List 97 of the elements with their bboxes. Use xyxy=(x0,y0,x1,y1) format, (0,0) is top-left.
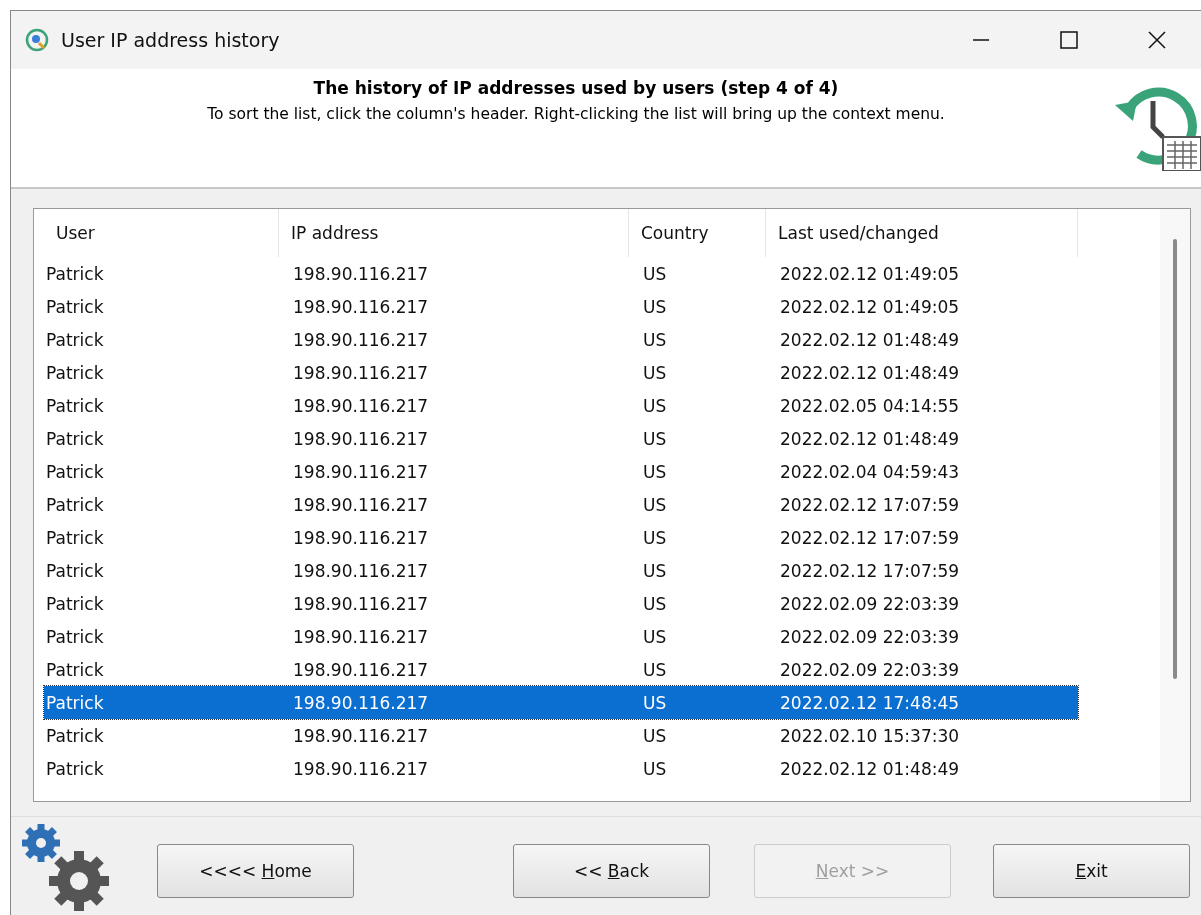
table-cell-text: 198.90.116.217 xyxy=(292,626,430,647)
table-row[interactable]: Patrick 198.90.116.217 US 2022.02.12 17:07:59 xyxy=(44,554,1078,587)
table-cell-text: US xyxy=(642,461,668,482)
minimize-icon[interactable] xyxy=(971,38,991,42)
table-cell-text: Patrick xyxy=(45,560,105,581)
table-row[interactable]: Patrick 198.90.116.217 US 2022.02.12 01:48:49 xyxy=(44,752,1078,785)
table-cell-text: US xyxy=(642,296,668,317)
scrollbar-thumb[interactable] xyxy=(1173,239,1177,679)
table-row[interactable]: Patrick 198.90.116.217 US 2022.02.09 22:03:39 xyxy=(44,653,1078,686)
table-cell-text: 2022.02.12 01:48:49 xyxy=(779,428,961,449)
table-row[interactable]: Patrick 198.90.116.217 US 2022.02.05 04:14:55 xyxy=(44,389,1078,422)
table-cell-text: 2022.02.05 04:14:55 xyxy=(779,395,961,416)
step-title: The history of IP addresses used by users (step 4 of 4) xyxy=(313,78,839,98)
table-cell-text: 2022.02.12 01:48:49 xyxy=(779,329,961,350)
table-row[interactable]: Patrick 198.90.116.217 US 2022.02.12 17:48:45 xyxy=(44,686,1078,719)
table-cell-text: 2022.02.12 17:07:59 xyxy=(779,494,961,515)
table-cell-text: 198.90.116.217 xyxy=(292,395,430,416)
wizard-button[interactable]: <<<< Home xyxy=(157,844,354,898)
window-title: User IP address history xyxy=(61,29,281,51)
table-cell-text: 2022.02.09 22:03:39 xyxy=(779,593,961,614)
table-row[interactable]: Patrick 198.90.116.217 US 2022.02.04 04:59:43 xyxy=(44,455,1078,488)
table-cell-text: 2022.02.09 22:03:39 xyxy=(779,626,961,647)
table-cell-text: 198.90.116.217 xyxy=(292,428,430,449)
table-cell-text: 198.90.116.217 xyxy=(292,263,430,284)
table-row[interactable]: Patrick 198.90.116.217 US 2022.02.09 22:03:39 xyxy=(44,587,1078,620)
scrollbar[interactable] xyxy=(1160,209,1190,801)
table-cell-text: US xyxy=(642,428,668,449)
column-header[interactable]: Last used/changed xyxy=(766,209,1078,257)
table-row[interactable]: Patrick 198.90.116.217 US 2022.02.12 01:49:05 xyxy=(44,290,1078,323)
table-row[interactable]: Patrick 198.90.116.217 US 2022.02.12 01:49:05 xyxy=(44,257,1078,290)
table-cell-text: 2022.02.12 17:07:59 xyxy=(779,527,961,548)
close-icon[interactable] xyxy=(1147,30,1167,50)
table-cell-text: Patrick xyxy=(45,428,105,449)
table-row[interactable]: Patrick 198.90.116.217 US 2022.02.10 15:37:30 xyxy=(44,719,1078,752)
wizard-button[interactable]: Exit xyxy=(993,844,1190,898)
table-cell-text: 2022.02.12 17:48:45 xyxy=(779,692,961,713)
table-cell-text: Patrick xyxy=(45,461,105,482)
table-cell-text: Patrick xyxy=(45,692,105,713)
table-cell-text: 198.90.116.217 xyxy=(292,527,430,548)
column-header[interactable]: IP address xyxy=(279,209,629,257)
table-cell-text: Patrick xyxy=(45,362,105,383)
table-cell-text: Patrick xyxy=(45,494,105,515)
table-cell-text: 2022.02.12 01:48:49 xyxy=(779,758,961,779)
maximize-icon[interactable] xyxy=(1059,30,1079,50)
column-header[interactable]: Country xyxy=(629,209,766,257)
table-row[interactable]: Patrick 198.90.116.217 US 2022.02.12 01:48:49 xyxy=(44,323,1078,356)
table-cell-text: 2022.02.12 01:48:49 xyxy=(779,362,961,383)
table-cell-text: US xyxy=(642,725,668,746)
table-cell-text: Patrick xyxy=(45,626,105,647)
app-icon xyxy=(25,28,49,52)
table-cell-text: Patrick xyxy=(45,263,105,284)
table-row[interactable]: Patrick 198.90.116.217 US 2022.02.09 22:03:39 xyxy=(44,620,1078,653)
table-cell-text: 198.90.116.217 xyxy=(292,296,430,317)
table-cell-text: 198.90.116.217 xyxy=(292,593,430,614)
table-cell-text: 2022.02.12 17:07:59 xyxy=(779,560,961,581)
table-cell-text: US xyxy=(642,560,668,581)
table-cell-text: 198.90.116.217 xyxy=(292,362,430,383)
table-cell-text: Patrick xyxy=(45,659,105,680)
table-cell-text: Patrick xyxy=(45,593,105,614)
table-cell-text: 2022.02.12 01:49:05 xyxy=(779,263,961,284)
table-row[interactable]: Patrick 198.90.116.217 US 2022.02.12 01:48:49 xyxy=(44,356,1078,389)
wizard-button[interactable]: << Back xyxy=(513,844,710,898)
table-cell-text: Patrick xyxy=(45,329,105,350)
table-cell-text: US xyxy=(642,692,668,713)
table-cell-text: US xyxy=(642,263,668,284)
table-cell-text: Patrick xyxy=(45,296,105,317)
table-cell-text: 198.90.116.217 xyxy=(292,758,430,779)
step-instructions: To sort the list, click the column's header. Right-clicking the list will bring up the context menu. xyxy=(207,105,945,123)
table-row[interactable]: Patrick 198.90.116.217 US 2022.02.12 01:48:49 xyxy=(44,422,1078,455)
table-cell-text: US xyxy=(642,527,668,548)
table-cell-text: US xyxy=(642,362,668,383)
table-cell-text: 198.90.116.217 xyxy=(292,725,430,746)
table-cell-text: 198.90.116.217 xyxy=(292,461,430,482)
table-row[interactable]: Patrick 198.90.116.217 US 2022.02.12 17:07:59 xyxy=(44,488,1078,521)
table-cell-text: 198.90.116.217 xyxy=(292,692,430,713)
table-cell-text: US xyxy=(642,494,668,515)
table-cell-text: Patrick xyxy=(45,725,105,746)
table-cell-text: US xyxy=(642,659,668,680)
table-cell-text: 198.90.116.217 xyxy=(292,494,430,515)
table-cell-text: 198.90.116.217 xyxy=(292,560,430,581)
table-cell-text: US xyxy=(642,395,668,416)
history-list[interactable] xyxy=(33,208,1191,802)
column-header[interactable]: User xyxy=(44,209,279,257)
table-cell-text: Patrick xyxy=(45,758,105,779)
table-cell-text: Patrick xyxy=(45,395,105,416)
table-cell-text: 2022.02.09 22:03:39 xyxy=(779,659,961,680)
table-cell-text: US xyxy=(642,626,668,647)
table-cell-text: 198.90.116.217 xyxy=(292,329,430,350)
table-cell-text: 198.90.116.217 xyxy=(292,659,430,680)
table-row[interactable]: Patrick 198.90.116.217 US 2022.02.12 17:07:59 xyxy=(44,521,1078,554)
table-cell-text: 2022.02.04 04:59:43 xyxy=(779,461,961,482)
table-cell-text: Patrick xyxy=(45,527,105,548)
table-cell-text: 2022.02.12 01:49:05 xyxy=(779,296,961,317)
table-cell-text: 2022.02.10 15:37:30 xyxy=(779,725,961,746)
table-cell-text: US xyxy=(642,758,668,779)
table-cell-text: US xyxy=(642,593,668,614)
table-cell-text: US xyxy=(642,329,668,350)
